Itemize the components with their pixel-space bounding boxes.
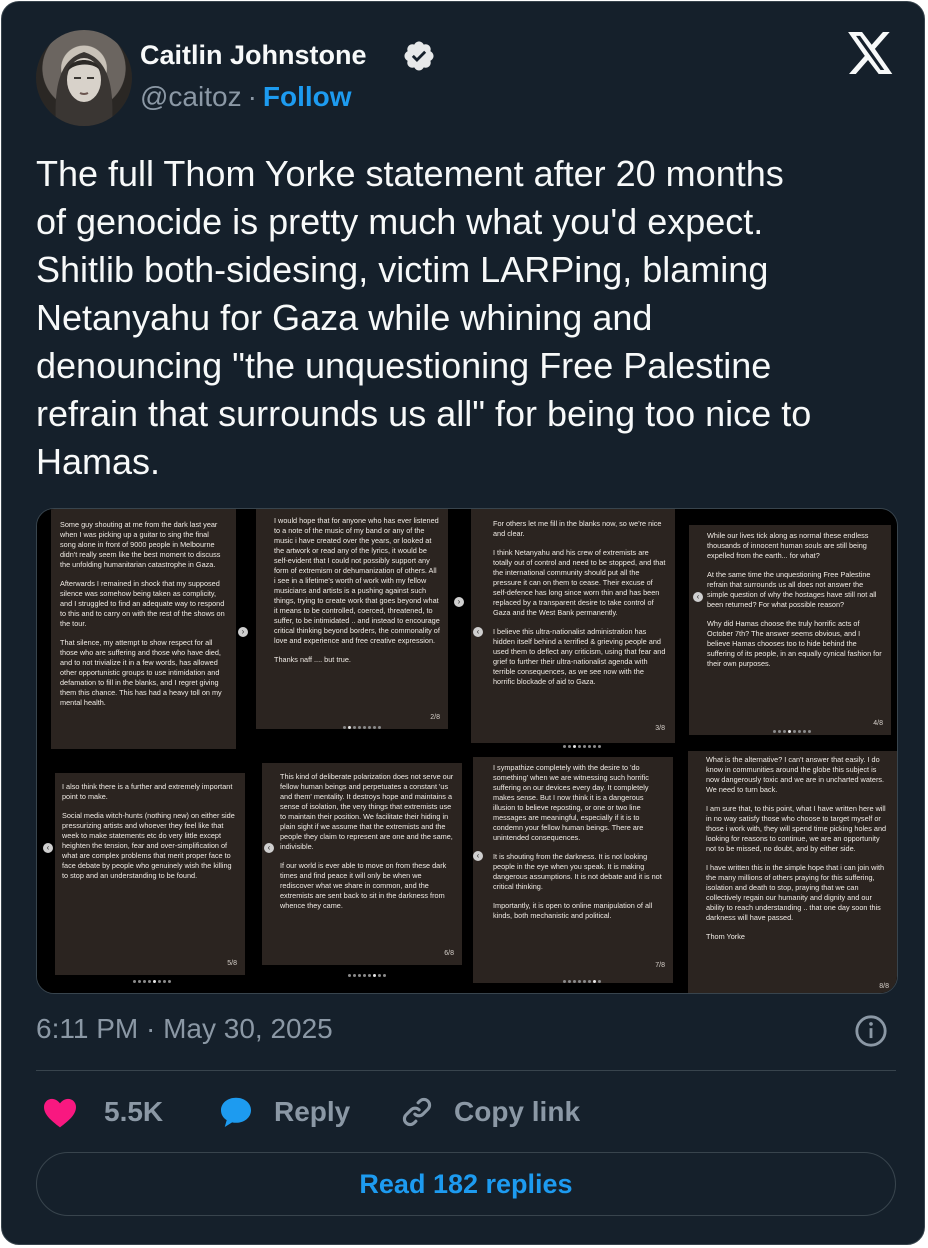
author-handle[interactable]: @caitoz xyxy=(140,81,242,112)
carousel-dots xyxy=(562,745,602,748)
statement-paragraph: At the same time the unquestioning Free … xyxy=(707,570,877,609)
previous-arrow-icon[interactable]: ‹ xyxy=(43,843,53,853)
next-arrow-icon[interactable]: › xyxy=(454,597,464,607)
reply-label: Reply xyxy=(274,1096,351,1127)
statement-paragraph: This kind of deliberate polarization doe… xyxy=(280,772,454,851)
previous-arrow-icon[interactable]: ‹ xyxy=(264,843,274,853)
copy-link-label: Copy link xyxy=(454,1096,581,1127)
statement-paragraph: I also think there is a further and extr… xyxy=(62,782,233,801)
media-grid[interactable]: Some guy shouting at me from the dark la… xyxy=(36,508,898,994)
like-count: 5.5K xyxy=(104,1096,164,1127)
previous-arrow-icon[interactable]: ‹ xyxy=(473,627,483,637)
media-tile-1[interactable]: Some guy shouting at me from the dark la… xyxy=(37,509,250,749)
statement-paragraph: I sympathize completely with the desire … xyxy=(493,763,649,842)
carousel-dots xyxy=(347,974,387,977)
statement-panel-3: For others let me fill in the blanks now… xyxy=(471,509,675,743)
statement-paragraph: Importantly, it is open to online manipu… xyxy=(493,901,653,920)
previous-arrow-icon[interactable]: ‹ xyxy=(473,851,483,861)
statement-paragraph: For others let me fill in the blanks now… xyxy=(493,519,662,538)
info-icon[interactable] xyxy=(854,1014,888,1048)
statement-paragraph: What is the alternative? I can't answer … xyxy=(706,755,885,794)
media-tile-2[interactable]: I would hope that for anyone who has eve… xyxy=(252,509,465,749)
media-tile-7[interactable]: I sympathize completely with the desire … xyxy=(467,751,680,993)
statement-paragraph: I am sure that, to this point, what I ha… xyxy=(706,804,887,853)
carousel-dots xyxy=(562,980,602,983)
author-name[interactable]: Caitlin Johnstone xyxy=(140,40,367,71)
tweet-timestamp[interactable]: 6:11 PM · May 30, 2025 xyxy=(36,1013,333,1045)
heart-icon xyxy=(44,1098,76,1128)
statement-paragraph: I think Netanyahu and his crew of extrem… xyxy=(493,548,666,617)
statement-paragraph: Social media witch-hunts (nothing new) o… xyxy=(62,811,235,880)
media-tile-3[interactable]: For others let me fill in the blanks now… xyxy=(467,509,680,749)
carousel-dots xyxy=(772,730,812,733)
page-number: 7/8 xyxy=(655,962,665,969)
media-tile-6[interactable]: This kind of deliberate polarization doe… xyxy=(252,751,465,993)
statement-panel-2: I would hope that for anyone who has eve… xyxy=(256,509,448,729)
statement-panel-8: What is the alternative? I can't answer … xyxy=(688,751,897,993)
statement-paragraph: If our world is ever able to move on fro… xyxy=(280,861,447,910)
tweet-text: The full Thom Yorke statement after 20 m… xyxy=(36,153,812,482)
link-icon xyxy=(402,1097,432,1127)
read-replies-button[interactable]: Read 182 replies xyxy=(36,1152,896,1216)
copy-link-button[interactable]: Copy link xyxy=(400,1090,580,1134)
statement-paragraph: While our lives tick along as normal the… xyxy=(707,531,869,560)
media-tile-4[interactable]: While our lives tick along as normal the… xyxy=(682,509,897,749)
next-arrow-icon[interactable]: › xyxy=(238,627,248,637)
statement-paragraph: Thanks naff .... but true. xyxy=(274,655,351,664)
tweet-card: Caitlin Johnstone @caitoz · Follow The ful… xyxy=(1,1,925,1245)
reply-button[interactable]: Reply xyxy=(218,1090,350,1134)
separator-dot: · xyxy=(247,81,257,112)
statement-panel-1: Some guy shouting at me from the dark la… xyxy=(51,509,236,749)
verified-badge-icon xyxy=(404,41,434,71)
like-button[interactable]: 5.5K xyxy=(42,1090,163,1134)
x-logo-icon[interactable] xyxy=(848,32,894,74)
statement-paragraph: That silence, my attempt to show respect… xyxy=(60,638,222,707)
page-number: 2/8 xyxy=(430,714,440,721)
previous-arrow-icon[interactable]: ‹ xyxy=(693,592,703,602)
carousel-dots xyxy=(342,726,382,729)
statement-paragraph: I have written this in the simple hope t… xyxy=(706,863,885,922)
page-number: 6/8 xyxy=(444,950,454,957)
statement-paragraph: Some guy shouting at me from the dark la… xyxy=(60,520,221,569)
statement-paragraph: I believe this ultra-nationalist adminis… xyxy=(493,627,666,686)
statement-paragraph: Afterwards I remained in shock that my s… xyxy=(60,579,225,628)
statement-paragraph: I would hope that for anyone who has eve… xyxy=(274,516,440,645)
page-number: 5/8 xyxy=(227,960,237,967)
page-number: 4/8 xyxy=(873,720,883,727)
follow-button[interactable]: Follow xyxy=(263,81,352,112)
carousel-dots xyxy=(132,980,172,983)
page-number: 8/8 xyxy=(879,983,889,990)
statement-panel-5: I also think there is a further and extr… xyxy=(55,773,245,975)
statement-signature: Thom Yorke xyxy=(706,932,745,941)
page-number: 3/8 xyxy=(655,725,665,732)
statement-panel-6: This kind of deliberate polarization doe… xyxy=(262,763,462,965)
divider xyxy=(36,1070,896,1071)
statement-panel-7: I sympathize completely with the desire … xyxy=(473,757,673,983)
media-tile-8[interactable]: What is the alternative? I can't answer … xyxy=(682,751,897,993)
media-tile-5[interactable]: I also think there is a further and extr… xyxy=(37,751,250,993)
statement-paragraph: Why did Hamas choose the truly horrific … xyxy=(707,619,882,668)
statement-panel-4: While our lives tick along as normal the… xyxy=(689,525,891,735)
handle-row: @caitoz · Follow xyxy=(140,81,352,113)
avatar[interactable] xyxy=(36,30,132,126)
reply-bubble-icon xyxy=(221,1097,251,1127)
statement-paragraph: It is shouting from the darkness. It is … xyxy=(493,852,662,891)
